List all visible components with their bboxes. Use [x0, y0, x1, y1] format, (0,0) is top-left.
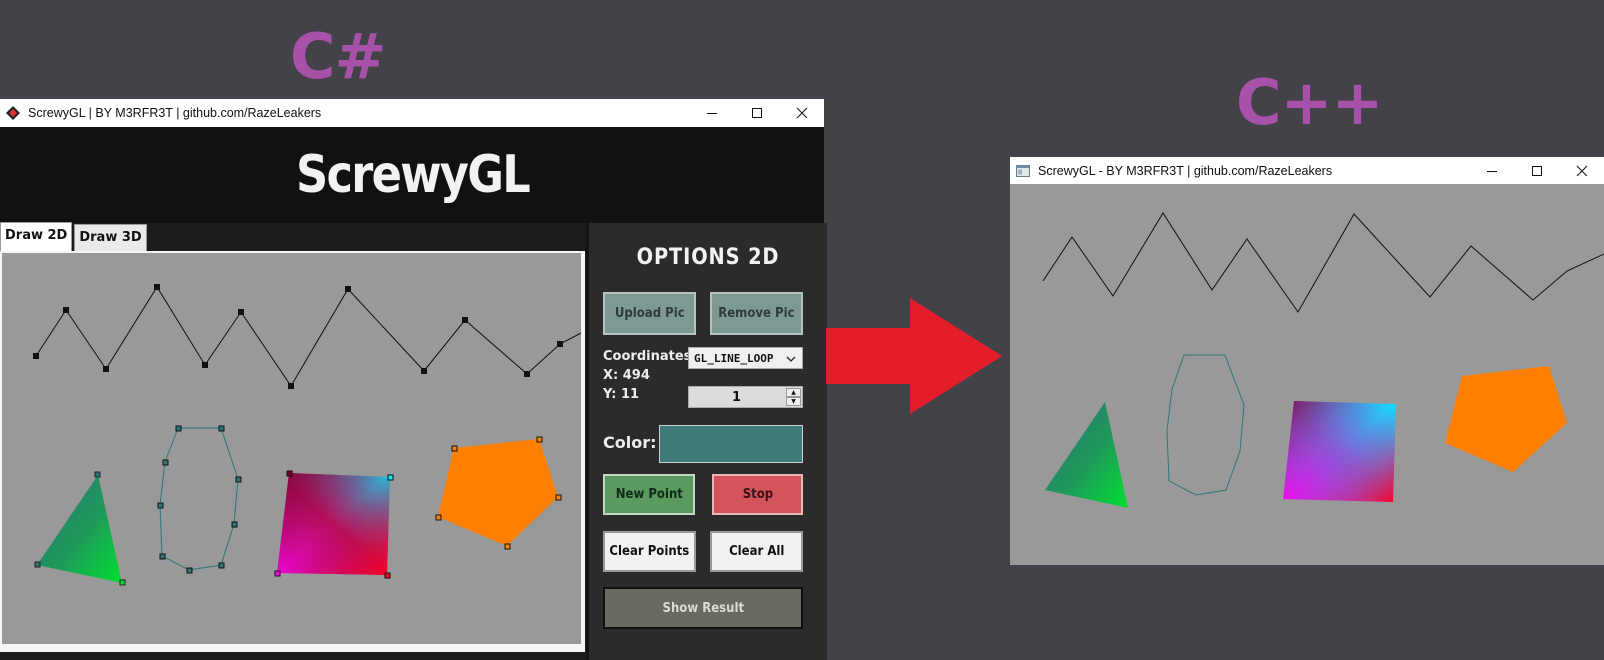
- octagon-outline: [1166, 354, 1245, 496]
- minimize-button[interactable]: [689, 99, 734, 127]
- minimize-icon: [1486, 171, 1497, 172]
- orange-pentagon: [1445, 366, 1567, 472]
- maximize-icon: [751, 108, 762, 118]
- canvas-frame: [0, 251, 585, 652]
- render-output: [1042, 212, 1604, 508]
- window-title: ScrewyGL - BY M3RFR3T | github.com/RazeL…: [1038, 163, 1333, 178]
- cpp-window: ScrewyGL - BY M3RFR3T | github.com/RazeL…: [1010, 157, 1604, 565]
- options-title: OPTIONS 2D: [636, 245, 780, 270]
- color-picker[interactable]: [659, 425, 803, 463]
- clear-points-label: Clear Points: [609, 544, 690, 559]
- stepper-up-icon[interactable]: ▲: [786, 388, 801, 397]
- stop-label: Stop: [742, 487, 773, 502]
- stepper-value: 1: [731, 389, 742, 405]
- chevron-down-icon: [786, 356, 796, 362]
- canvas-drawing: [33, 284, 582, 586]
- clear-all-button[interactable]: Clear All: [710, 531, 803, 572]
- window-app-icon: [1016, 164, 1030, 177]
- app-body: Draw 2D Draw 3D OPTIONS 2D Upload Pic Re…: [0, 222, 827, 660]
- window-title: ScrewyGL | BY M3RFR3T | github.com/RazeL…: [28, 106, 322, 120]
- close-icon: [796, 107, 807, 119]
- drawing-canvas-2d[interactable]: [2, 253, 582, 644]
- minimize-button[interactable]: [1469, 157, 1514, 185]
- close-button[interactable]: [1559, 157, 1604, 185]
- app-header: ScrewyGL: [0, 127, 824, 223]
- close-icon: [1576, 165, 1587, 177]
- tab-strip: Draw 2D Draw 3D: [0, 222, 147, 251]
- minimize-icon: [706, 113, 717, 114]
- stepper-down-icon[interactable]: ▼: [786, 397, 801, 406]
- y-coordinate-readout: Y: 11: [603, 387, 640, 402]
- remove-pic-label: Remove Pic: [718, 306, 795, 321]
- gradient-triangle: [1045, 402, 1128, 508]
- show-result-button[interactable]: Show Result: [603, 587, 803, 629]
- tab-draw-2d[interactable]: Draw 2D: [0, 222, 73, 251]
- new-point-button[interactable]: New Point: [603, 474, 695, 515]
- close-button[interactable]: [779, 99, 824, 127]
- show-result-label: Show Result: [662, 600, 744, 616]
- primitive-select[interactable]: GL_LINE_LOOP: [688, 347, 803, 369]
- coordinates-label: Coordinates:: [603, 349, 697, 364]
- octagon-outline: [159, 427, 239, 571]
- gradient-triangle: [37, 475, 122, 583]
- upload-pic-label: Upload Pic: [614, 306, 685, 321]
- zigzag-line: [35, 286, 582, 387]
- title-bar[interactable]: ScrewyGL - BY M3RFR3T | github.com/RazeL…: [1010, 157, 1604, 184]
- upload-pic-button[interactable]: Upload Pic: [603, 292, 696, 335]
- maximize-button[interactable]: [734, 99, 779, 127]
- cpp-label: C++: [1236, 66, 1383, 139]
- red-diamond-icon: [6, 106, 20, 120]
- zigzag-line: [1042, 212, 1604, 313]
- options-panel: OPTIONS 2D Upload Pic Remove Pic Coordin…: [586, 223, 827, 660]
- title-bar[interactable]: ScrewyGL | BY M3RFR3T | github.com/RazeL…: [0, 99, 824, 127]
- x-coordinate-readout: X: 494: [603, 368, 650, 383]
- stop-button[interactable]: Stop: [712, 474, 803, 515]
- tab-draw-3d[interactable]: Draw 3D: [74, 224, 147, 251]
- clear-points-button[interactable]: Clear Points: [603, 531, 696, 572]
- opengl-render-canvas[interactable]: [1010, 184, 1604, 565]
- primitive-select-value: GL_LINE_LOOP: [694, 351, 774, 365]
- csharp-label: C#: [290, 20, 386, 93]
- right-arrow-icon: [826, 298, 1002, 414]
- app-brand-title: ScrewyGL: [295, 145, 530, 205]
- csharp-window: ScrewyGL | BY M3RFR3T | github.com/RazeL…: [0, 99, 827, 660]
- orange-pentagon: [438, 439, 558, 546]
- maximize-button[interactable]: [1514, 157, 1559, 185]
- color-label: Color:: [603, 433, 657, 452]
- remove-pic-button[interactable]: Remove Pic: [710, 292, 803, 335]
- clear-all-label: Clear All: [728, 544, 785, 559]
- point-size-stepper[interactable]: 1 ▲ ▼: [688, 386, 803, 408]
- new-point-label: New Point: [615, 487, 683, 502]
- maximize-icon: [1531, 166, 1542, 176]
